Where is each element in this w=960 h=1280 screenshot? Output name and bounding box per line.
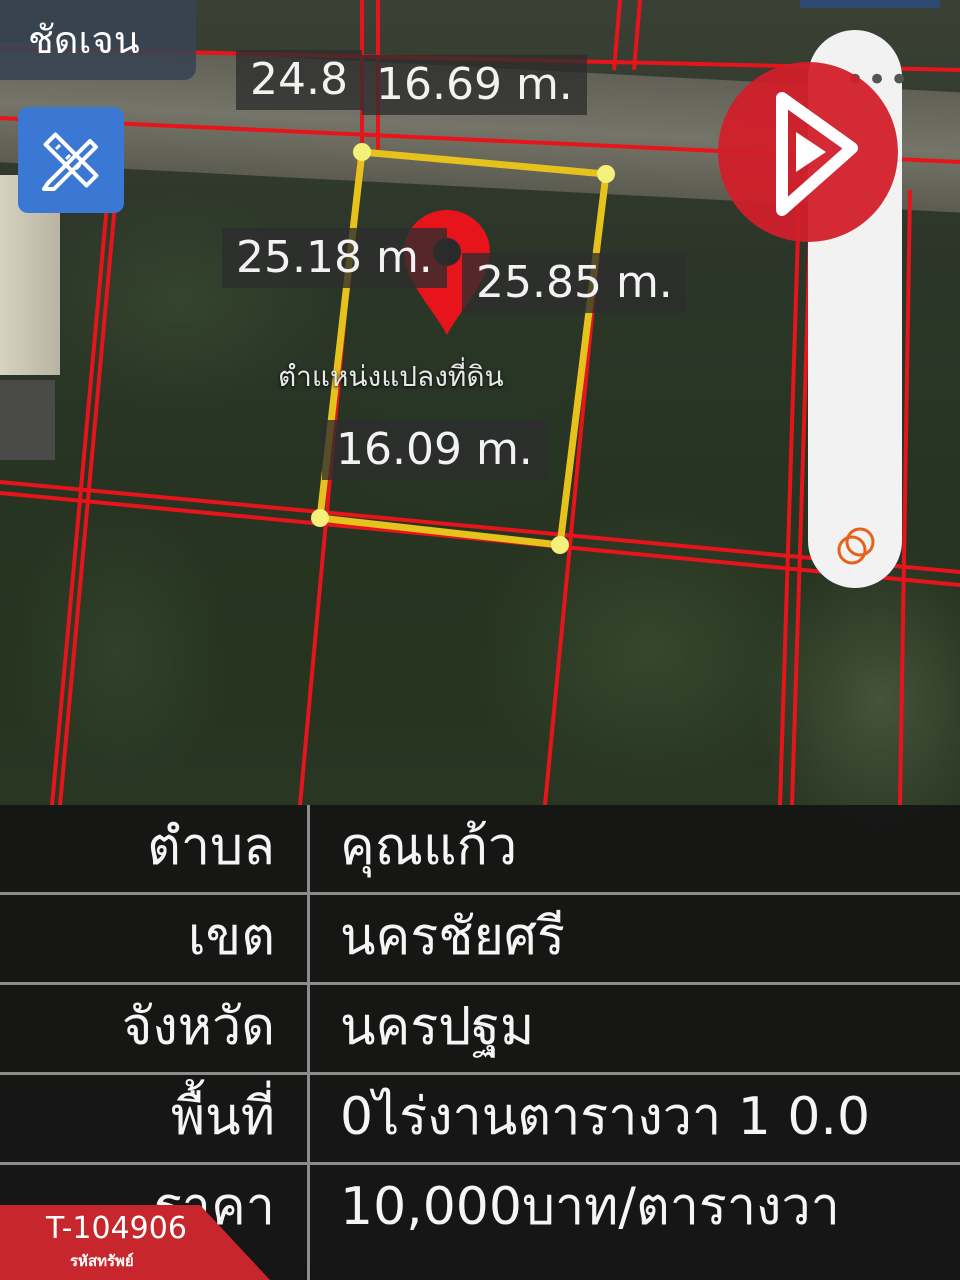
brand-logo <box>718 62 898 242</box>
boundary-line <box>50 149 114 806</box>
plot-corner <box>311 509 329 527</box>
measure-top-left-partial: 24.8 <box>236 50 362 110</box>
info-value: 0ไร่งานตารางวา 1 0.0 <box>340 1087 871 1147</box>
info-value: 10,000บาท/ตารางวา <box>340 1177 840 1237</box>
boundary-line <box>58 149 122 806</box>
info-row-province: จังหวัด นครปฐม <box>0 985 960 1075</box>
property-code-label: รหัสทรัพย์ <box>70 1252 134 1270</box>
coins-icon[interactable] <box>834 524 878 568</box>
plot-corner <box>597 165 615 183</box>
boundary-line <box>632 0 642 71</box>
info-label: ตำบล <box>147 817 275 877</box>
boundary-line <box>612 0 622 71</box>
measure-bottom: 16.09 m. <box>322 420 547 480</box>
measure-right: 25.85 m. <box>462 253 687 313</box>
plot-location-label: ตำแหน่งแปลงที่ดิน <box>278 360 504 393</box>
info-row-area: พื้นที่ 0ไร่งานตารางวา 1 0.0 <box>0 1075 960 1165</box>
plot-corner <box>353 143 371 161</box>
info-value: คุณแก้ว <box>340 817 518 877</box>
measure-top: 16.69 m. <box>362 55 587 115</box>
info-value: นครชัยศรี <box>340 907 565 967</box>
top-strip <box>800 0 940 8</box>
selected-plot <box>316 148 610 549</box>
plot-corner <box>551 536 569 554</box>
measure-left: 25.18 m. <box>222 228 447 288</box>
clarity-toggle[interactable]: ชัดเจน <box>0 0 196 80</box>
info-label: พื้นที่ <box>170 1087 275 1147</box>
info-row-district: เขต นครชัยศรี <box>0 895 960 985</box>
info-row-subdistrict: ตำบล คุณแก้ว <box>0 805 960 895</box>
property-code: T-104906 <box>46 1211 187 1246</box>
info-label: จังหวัด <box>121 997 275 1057</box>
ruler-pencil-icon <box>42 132 99 191</box>
table-divider <box>307 805 310 1280</box>
ruler-button[interactable] <box>18 107 124 213</box>
info-value: นครปฐม <box>340 997 535 1057</box>
info-label: เขต <box>187 907 275 967</box>
